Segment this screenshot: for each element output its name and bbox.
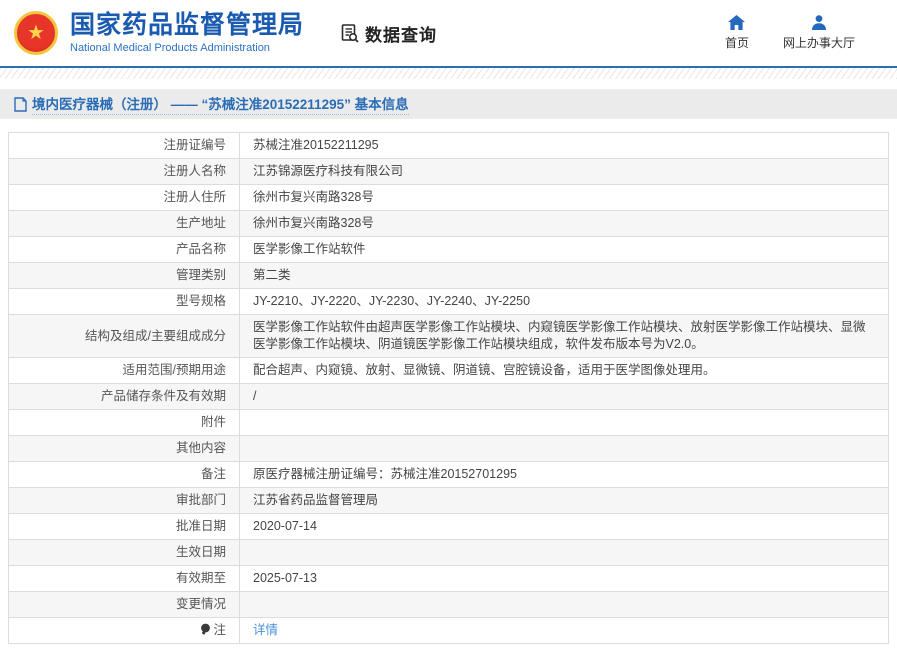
table-row: 结构及组成/主要组成成分医学影像工作站软件由超声医学影像工作站模块、内窥镜医学影…: [9, 315, 889, 358]
row-value: [240, 410, 889, 436]
registration-info-table-wrap: 注册证编号苏械注准20152211295注册人名称江苏锦源医疗科技有限公司注册人…: [8, 132, 889, 644]
document-icon: [14, 97, 27, 112]
row-value: 江苏省药品监督管理局: [240, 488, 889, 514]
table-row: 型号规格JY-2210、JY-2220、JY-2230、JY-2240、JY-2…: [9, 289, 889, 315]
org-title-block: 国家药品监督管理局 National Medical Products Admi…: [70, 12, 304, 54]
row-value: 江苏锦源医疗科技有限公司: [240, 159, 889, 185]
table-row: 审批部门江苏省药品监督管理局: [9, 488, 889, 514]
row-value: 配合超声、内窥镜、放射、显微镜、阴道镜、宫腔镜设备，适用于医学图像处理用。: [240, 358, 889, 384]
row-label: 结构及组成/主要组成成分: [9, 315, 240, 358]
row-value: 2020-07-14: [240, 514, 889, 540]
nav-online-hall[interactable]: 网上办事大厅: [783, 15, 855, 51]
detail-link[interactable]: 详情: [253, 623, 278, 637]
row-label: 注: [9, 618, 240, 644]
nav-home[interactable]: 首页: [725, 15, 749, 51]
row-value: 徐州市复兴南路328号: [240, 211, 889, 237]
home-icon: [728, 15, 745, 30]
table-row: 生效日期: [9, 540, 889, 566]
table-row: 备注原医疗器械注册证编号：苏械注准20152701295: [9, 462, 889, 488]
row-value: JY-2210、JY-2220、JY-2230、JY-2240、JY-2250: [240, 289, 889, 315]
row-label: 注册人名称: [9, 159, 240, 185]
row-value: 苏械注准20152211295: [240, 133, 889, 159]
row-value: 详情: [240, 618, 889, 644]
table-row: 注详情: [9, 618, 889, 644]
row-label: 变更情况: [9, 592, 240, 618]
org-name-en: National Medical Products Administration: [70, 42, 304, 54]
registration-info-table: 注册证编号苏械注准20152211295注册人名称江苏锦源医疗科技有限公司注册人…: [8, 132, 889, 644]
table-row: 注册人名称江苏锦源医疗科技有限公司: [9, 159, 889, 185]
row-label: 注册人住所: [9, 185, 240, 211]
national-emblem-logo: ★: [14, 11, 58, 55]
table-row: 变更情况: [9, 592, 889, 618]
nav-online-hall-label: 网上办事大厅: [783, 34, 855, 51]
row-label: 注册证编号: [9, 133, 240, 159]
row-value: 2025-07-13: [240, 566, 889, 592]
row-label: 适用范围/预期用途: [9, 358, 240, 384]
row-value: [240, 592, 889, 618]
table-row: 管理类别第二类: [9, 263, 889, 289]
row-value: 第二类: [240, 263, 889, 289]
row-label: 批准日期: [9, 514, 240, 540]
table-row: 附件: [9, 410, 889, 436]
header-nav: 首页 网上办事大厅: [725, 15, 883, 51]
table-row: 产品储存条件及有效期/: [9, 384, 889, 410]
row-label: 审批部门: [9, 488, 240, 514]
table-row: 有效期至2025-07-13: [9, 566, 889, 592]
row-label: 管理类别: [9, 263, 240, 289]
table-row: 注册证编号苏械注准20152211295: [9, 133, 889, 159]
table-row: 注册人住所徐州市复兴南路328号: [9, 185, 889, 211]
page-title-bar: 境内医疗器械（注册） —— “苏械注准20152211295” 基本信息: [0, 89, 897, 119]
table-row: 生产地址徐州市复兴南路328号: [9, 211, 889, 237]
row-value: 医学影像工作站软件: [240, 237, 889, 263]
row-value: [240, 540, 889, 566]
hatch-band: [0, 68, 897, 79]
table-row: 其他内容: [9, 436, 889, 462]
data-query-section[interactable]: 数据查询: [340, 21, 437, 46]
table-row: 产品名称医学影像工作站软件: [9, 237, 889, 263]
row-label: 备注: [9, 462, 240, 488]
row-value: /: [240, 384, 889, 410]
table-row: 适用范围/预期用途配合超声、内窥镜、放射、显微镜、阴道镜、宫腔镜设备，适用于医学…: [9, 358, 889, 384]
row-value: 医学影像工作站软件由超声医学影像工作站模块、内窥镜医学影像工作站模块、放射医学影…: [240, 315, 889, 358]
row-label: 附件: [9, 410, 240, 436]
row-value: [240, 436, 889, 462]
table-row: 批准日期2020-07-14: [9, 514, 889, 540]
nav-home-label: 首页: [725, 34, 749, 51]
row-label: 产品名称: [9, 237, 240, 263]
data-query-icon: [340, 23, 360, 43]
row-value: 徐州市复兴南路328号: [240, 185, 889, 211]
row-label: 产品储存条件及有效期: [9, 384, 240, 410]
user-icon: [811, 15, 827, 30]
row-label: 有效期至: [9, 566, 240, 592]
page-title: 境内医疗器械（注册） —— “苏械注准20152211295” 基本信息: [32, 93, 409, 115]
note-bulb-icon: [200, 623, 211, 635]
site-header: ★ 国家药品监督管理局 National Medical Products Ad…: [0, 0, 897, 66]
row-label: 型号规格: [9, 289, 240, 315]
row-label: 其他内容: [9, 436, 240, 462]
org-name-zh: 国家药品监督管理局: [70, 12, 304, 40]
row-label: 生效日期: [9, 540, 240, 566]
row-label: 生产地址: [9, 211, 240, 237]
row-value: 原医疗器械注册证编号：苏械注准20152701295: [240, 462, 889, 488]
data-query-label: 数据查询: [365, 21, 437, 46]
